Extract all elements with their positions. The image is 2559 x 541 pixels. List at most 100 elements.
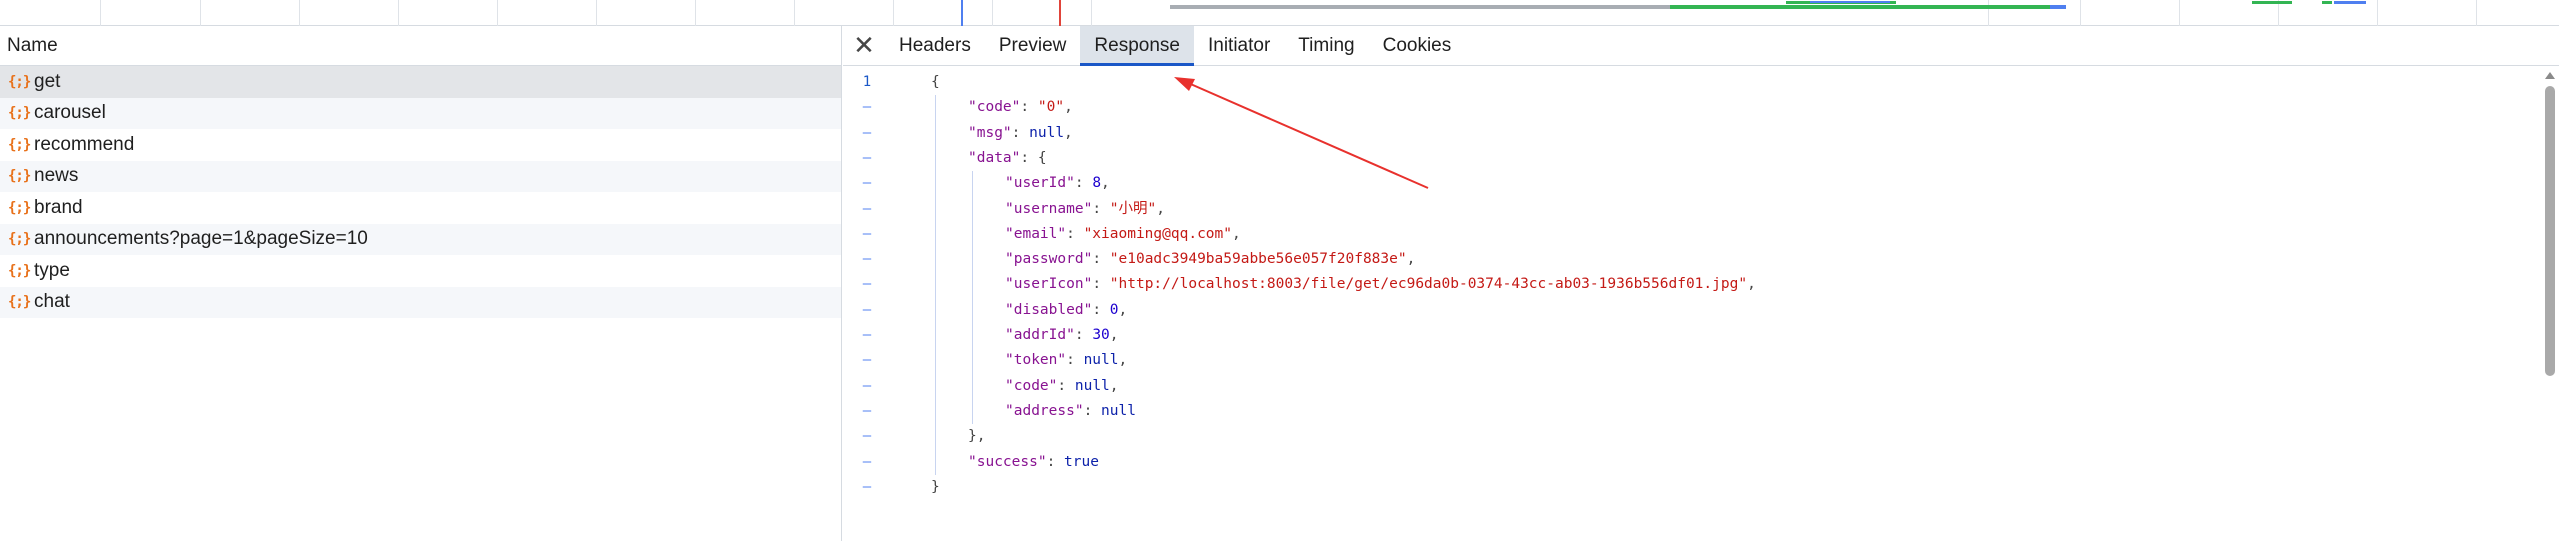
json-key-token: "token": [1005, 352, 1067, 369]
tab-response[interactable]: Response: [1080, 26, 1194, 66]
request-row-get[interactable]: {;} get: [0, 66, 841, 98]
json-punc-token: :: [1011, 124, 1030, 141]
timeline-gridline: [2080, 0, 2081, 26]
tab-cookies[interactable]: Cookies: [1369, 26, 1466, 65]
json-punc-token: ,: [1101, 175, 1110, 192]
json-punc-token: :: [1046, 453, 1065, 470]
scroll-up-arrow-icon[interactable]: [2545, 72, 2555, 79]
request-name: get: [34, 70, 61, 92]
timeline-request-bar: [1170, 5, 1670, 9]
json-key-token: "userId": [1005, 175, 1075, 192]
line-number: 1: [862, 74, 872, 90]
json-key-token: "address": [1005, 402, 1084, 419]
timeline-gridline: [695, 0, 696, 26]
code-line: – "msg": null,: [843, 121, 2533, 146]
detail-tabs: Headers Preview Response Initiator Timing Coo…: [885, 26, 1466, 66]
json-key-token: "userIcon": [1005, 276, 1093, 293]
fold-marker[interactable]: –: [843, 298, 891, 323]
json-brace-icon: {;}: [8, 294, 31, 311]
json-key-token: "msg": [968, 124, 1012, 141]
json-brace-icon: {;}: [8, 231, 31, 248]
json-punc-token: }: [931, 478, 940, 495]
code-line: –},: [843, 424, 2533, 449]
timeline-gridline: [2179, 0, 2180, 26]
json-str-token: "0": [1037, 99, 1065, 116]
code-line: – "success": true: [843, 450, 2533, 475]
fold-marker[interactable]: –: [843, 272, 891, 297]
json-punc-token: ,: [1064, 99, 1073, 116]
fold-marker[interactable]: –: [843, 197, 891, 222]
json-key-token: "disabled": [1005, 301, 1093, 318]
json-punc-token: :: [1057, 377, 1075, 394]
fold-marker[interactable]: –: [843, 424, 891, 449]
request-row-news[interactable]: {;} news: [0, 160, 841, 192]
timeline-gridline: [299, 0, 300, 26]
json-lit-token: null: [1101, 402, 1136, 419]
timeline-gridline: [1988, 0, 1989, 26]
fold-marker[interactable]: –: [843, 222, 891, 247]
json-key-token: "success": [968, 453, 1047, 470]
fold-marker[interactable]: –: [843, 374, 891, 399]
timeline-gridline: [992, 0, 993, 26]
tab-timing[interactable]: Timing: [1284, 26, 1368, 65]
json-brace-icon: {;}: [8, 168, 31, 185]
json-brace-icon: {;}: [8, 105, 31, 122]
timeline-gridline: [398, 0, 399, 26]
timeline-request-bar: [2050, 5, 2066, 9]
fold-marker[interactable]: –: [843, 399, 891, 424]
timeline-gridline: [2377, 0, 2378, 26]
request-row-brand[interactable]: {;} brand: [0, 192, 841, 224]
timeline-gridline: [100, 0, 101, 26]
json-lit-token: null: [1083, 352, 1119, 369]
json-punc-token: :: [1092, 276, 1110, 293]
request-name: chat: [34, 291, 70, 313]
fold-marker[interactable]: –: [843, 475, 891, 500]
timeline-request-bar: [2252, 1, 2292, 4]
json-punc-token: :: [1083, 402, 1102, 419]
vertical-scrollbar[interactable]: [2541, 70, 2559, 541]
json-str-token: "e10adc3949ba59abbe56e057f20f883e": [1109, 251, 1407, 268]
fold-marker[interactable]: –: [843, 146, 891, 171]
request-row-carousel[interactable]: {;} carousel: [0, 97, 841, 129]
json-punc-token: :: [1092, 301, 1110, 318]
json-punc-token: ,: [1109, 327, 1119, 343]
json-punc-token: {: [931, 74, 940, 90]
timeline-gridline: [893, 0, 894, 26]
tab-initiator[interactable]: Initiator: [1194, 26, 1284, 65]
request-name: announcements?page=1&pageSize=10: [34, 228, 368, 250]
fold-marker[interactable]: –: [843, 247, 891, 272]
json-punc-token: :: [1074, 327, 1093, 343]
fold-marker[interactable]: –: [843, 171, 891, 196]
json-key-token: "data": [968, 149, 1021, 166]
json-key-token: "email": [1005, 225, 1067, 242]
response-code-viewer[interactable]: 1{– "code": "0", – "msg": null, – "data": {– "…: [843, 70, 2533, 530]
json-punc-token: ,: [1118, 301, 1128, 318]
code-line: – "email": "xiaoming@qq.com",: [843, 222, 2533, 247]
request-row-chat[interactable]: {;} chat: [0, 286, 841, 318]
json-num-token: 8: [1092, 175, 1102, 192]
tab-preview[interactable]: Preview: [985, 26, 1081, 65]
fold-marker[interactable]: –: [843, 323, 891, 348]
json-str-token: "xiaoming@qq.com": [1083, 225, 1232, 242]
json-punc-token: ,: [1109, 377, 1119, 394]
json-num-token: 0: [1109, 301, 1119, 318]
network-timeline-overview[interactable]: [0, 0, 2559, 26]
request-row-type[interactable]: {;} type: [0, 255, 841, 287]
json-punc-token: :: [1066, 352, 1084, 369]
scrollbar-thumb[interactable]: [2545, 86, 2555, 376]
fold-marker[interactable]: –: [843, 121, 891, 146]
request-row-announcements[interactable]: {;} announcements?page=1&pageSize=10: [0, 223, 841, 255]
fold-marker[interactable]: –: [843, 95, 891, 120]
tab-headers[interactable]: Headers: [885, 26, 985, 65]
name-column-header[interactable]: Name: [0, 26, 841, 66]
request-name: type: [34, 259, 70, 281]
request-row-recommend[interactable]: {;} recommend: [0, 129, 841, 161]
code-line: –}: [843, 475, 2533, 500]
close-icon[interactable]: ✕: [843, 26, 885, 65]
fold-marker[interactable]: –: [843, 348, 891, 373]
request-rows: {;} get {;} carousel {;} recommend {;} news {;} b…: [0, 66, 841, 318]
fold-marker[interactable]: –: [843, 450, 891, 475]
timeline-gridline: [1091, 0, 1092, 26]
timeline-request-bar: [1670, 5, 2050, 9]
json-key-token: "username": [1005, 200, 1093, 217]
